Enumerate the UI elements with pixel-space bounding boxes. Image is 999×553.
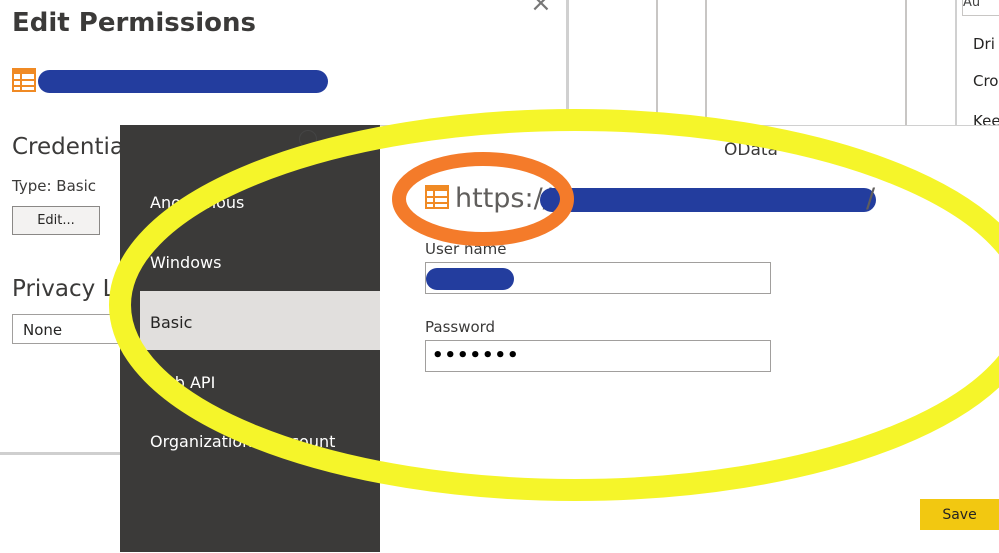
password-value: ••••••• [432, 345, 520, 366]
auth-method-web-api[interactable]: Web API [150, 373, 215, 392]
divider [905, 0, 907, 125]
privacy-level-heading: Privacy Le [12, 276, 130, 302]
side-pane-input[interactable]: Au [962, 0, 999, 16]
close-icon[interactable]: × [530, 0, 552, 18]
auth-method-windows[interactable]: Windows [150, 253, 221, 272]
mouse-cursor [299, 130, 317, 148]
auth-method-organizational-account[interactable]: Organizational account [150, 432, 335, 451]
auth-method-anonymous[interactable]: Anonymous [150, 193, 244, 212]
redacted-datasource-url [540, 188, 876, 212]
side-pane-item[interactable]: Cro [973, 72, 999, 90]
password-label: Password [425, 318, 496, 336]
username-label: User name [425, 240, 507, 258]
save-button[interactable]: Save [920, 499, 999, 530]
table-icon [425, 185, 449, 213]
side-pane [955, 0, 999, 125]
datasource-url-prefix: https:// [455, 183, 552, 214]
redacted-datasource-name [38, 70, 328, 93]
edit-permissions-title: Edit Permissions [12, 8, 256, 38]
side-pane-item[interactable]: Dri [973, 35, 995, 53]
redacted-username [426, 268, 514, 290]
source-type-label: OData [724, 140, 778, 160]
divider [705, 0, 707, 125]
auth-method-basic[interactable]: Basic [150, 313, 192, 332]
credentials-heading: Credentia [12, 134, 124, 160]
table-icon [12, 68, 36, 96]
edit-credentials-button[interactable]: Edit... [12, 206, 100, 235]
datasource-url-suffix: / [866, 183, 876, 214]
divider [656, 0, 658, 125]
credential-type-label: Type: Basic [12, 177, 96, 195]
